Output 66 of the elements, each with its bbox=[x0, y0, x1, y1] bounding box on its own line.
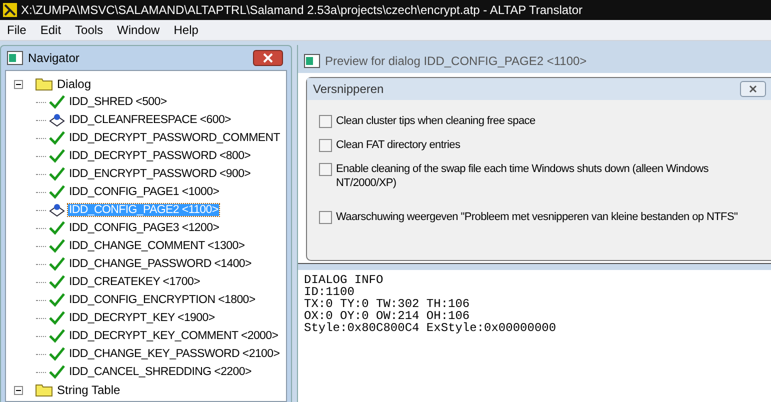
checkmark-icon bbox=[49, 329, 65, 343]
checkmark-icon bbox=[49, 293, 65, 307]
menu-item[interactable]: Help bbox=[166, 23, 206, 37]
info-line: DIALOG INFO bbox=[304, 274, 384, 286]
info-line: OX:0 OY:0 OW:214 OH:106 bbox=[304, 310, 470, 322]
tree-item[interactable]: IDD_CHANGE_PASSWORD <1400> bbox=[68, 258, 252, 270]
info-line: Style:0x80C800C4 ExStyle:0x00000000 bbox=[304, 322, 558, 334]
checkmark-icon bbox=[49, 149, 65, 163]
tree-item[interactable]: IDD_CONFIG_PAGE1 <1000> bbox=[68, 186, 220, 198]
tree-item[interactable]: IDD_DECRYPT_PASSWORD_COMMENT bbox=[68, 132, 281, 144]
tree-item[interactable]: IDD_ENCRYPT_PASSWORD <900> bbox=[68, 168, 252, 180]
close-button[interactable] bbox=[740, 81, 766, 97]
checkmark-icon bbox=[49, 257, 65, 271]
tree-item[interactable]: IDD_CONFIG_ENCRYPTION <1800> bbox=[68, 294, 256, 306]
app-icon bbox=[3, 3, 17, 17]
menu-item[interactable]: File bbox=[0, 23, 34, 37]
checkmark-icon bbox=[49, 311, 65, 325]
window-title: X:\ZUMPA\MSVC\SALAMAND\ALTAPTRL\Salamand 2.53a\projects\czech\encrypt.atp - ALTAP Translator bbox=[21, 3, 583, 17]
close-icon bbox=[262, 53, 274, 63]
info-line: ID:1100 bbox=[304, 286, 356, 298]
checkmark-icon bbox=[49, 95, 65, 109]
checkbox[interactable] bbox=[319, 163, 332, 176]
tree-item[interactable]: IDD_CHANGE_COMMENT <1300> bbox=[68, 240, 246, 252]
checkmark-icon bbox=[49, 275, 65, 289]
info-line: TX:0 TY:0 TW:302 TH:106 bbox=[304, 298, 471, 310]
tree-item[interactable]: IDD_CREATEKEY <1700> bbox=[68, 276, 202, 288]
dialog-icon bbox=[49, 203, 65, 217]
dialog-title: Versnipperen bbox=[313, 82, 384, 96]
tree-item[interactable]: IDD_DECRYPT_PASSWORD <800> bbox=[68, 150, 252, 162]
window-icon bbox=[304, 54, 320, 68]
checkmark-icon bbox=[49, 347, 65, 361]
tree-item[interactable]: String Table bbox=[57, 383, 120, 397]
checkbox-label: Clean FAT directory entries bbox=[336, 138, 460, 152]
checkmark-icon bbox=[49, 167, 65, 181]
tree-item[interactable]: IDD_CLEANFREESPACE <600> bbox=[68, 114, 232, 126]
panel-title: Preview for dialog IDD_CONFIG_PAGE2 <1100> bbox=[325, 54, 587, 68]
tree-item[interactable]: IDD_CONFIG_PAGE3 <1200> bbox=[68, 222, 220, 234]
checkmark-icon bbox=[49, 131, 65, 145]
checkmark-icon bbox=[49, 239, 65, 253]
tree-item[interactable]: IDD_DECRYPT_KEY_COMMENT <2000> bbox=[68, 330, 280, 342]
folder-icon bbox=[35, 77, 53, 91]
collapse-icon[interactable] bbox=[14, 386, 23, 394]
collapse-icon[interactable] bbox=[14, 80, 23, 88]
checkbox[interactable] bbox=[319, 115, 332, 128]
close-button[interactable] bbox=[253, 50, 283, 66]
window-icon bbox=[7, 51, 23, 65]
checkmark-icon bbox=[49, 365, 65, 379]
tree-item[interactable]: Dialog bbox=[57, 77, 92, 91]
close-icon bbox=[748, 85, 758, 93]
checkbox[interactable] bbox=[319, 211, 332, 224]
checkbox-label: Enable cleaning of the swap file each time Windows shuts down (alleen Windows NT/2000/XP) bbox=[336, 162, 710, 190]
folder-icon bbox=[35, 383, 53, 397]
menu-item[interactable]: Window bbox=[110, 23, 167, 37]
menu-item[interactable]: Tools bbox=[68, 23, 110, 37]
dialog-icon bbox=[49, 113, 65, 127]
tree-item[interactable]: IDD_CANCEL_SHREDDING <2200> bbox=[68, 366, 252, 378]
checkbox-label: Clean cluster tips when cleaning free space bbox=[336, 114, 536, 128]
checkmark-icon bbox=[49, 221, 65, 235]
checkbox-label: Waarschuwing weergeven "Probleem met vesnipperen van kleine bestanden op NTFS" bbox=[336, 210, 738, 224]
tree-item[interactable]: IDD_CHANGE_KEY_PASSWORD <2100> bbox=[68, 348, 281, 360]
menu-item[interactable]: Edit bbox=[33, 23, 68, 37]
checkbox[interactable] bbox=[319, 139, 332, 152]
tree-item[interactable]: IDD_DECRYPT_KEY <1900> bbox=[68, 312, 216, 324]
tree-item[interactable]: IDD_SHRED <500> bbox=[68, 96, 168, 108]
panel-title: Navigator bbox=[28, 51, 80, 65]
checkmark-icon bbox=[49, 185, 65, 199]
